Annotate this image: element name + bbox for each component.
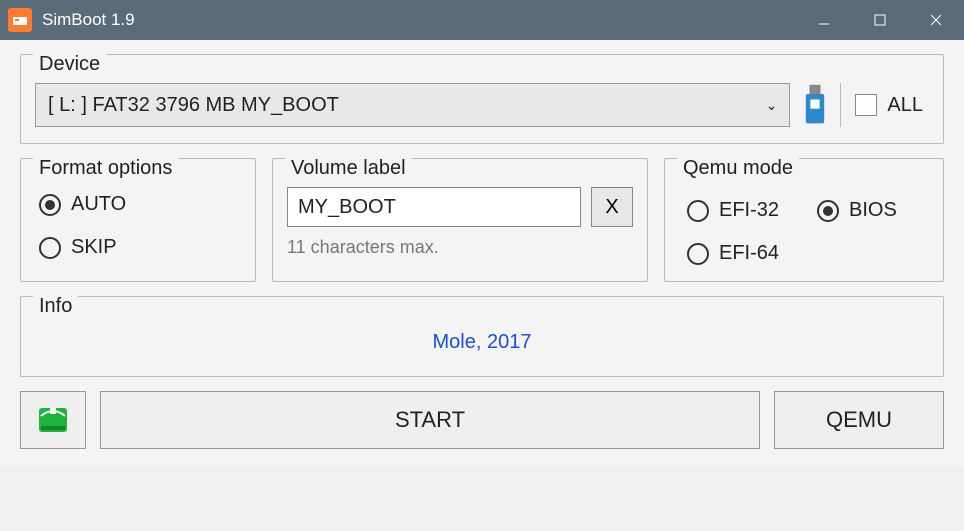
volume-group: Volume label MY_BOOT X 11 characters max… [272,158,648,282]
all-checkbox[interactable] [855,94,877,116]
format-radio-skip[interactable]: SKIP [39,236,241,259]
radio-label: BIOS [849,199,897,222]
volume-hint: 11 characters max. [287,237,633,258]
radio-icon [687,243,709,265]
disk-icon-button[interactable] [20,391,86,449]
qemu-radio-efi32[interactable]: EFI-32 [687,199,779,222]
volume-group-label: Volume label [285,157,412,180]
window-controls [796,0,964,40]
clear-volume-button[interactable]: X [591,187,633,227]
app-icon [8,8,32,32]
qemu-radio-efi64[interactable]: EFI-64 [687,242,779,265]
start-button[interactable]: START [100,391,760,449]
chevron-down-icon: ⌄ [766,97,778,114]
format-group-label: Format options [33,157,178,180]
main-panel: Device [ L: ] FAT32 3796 MB MY_BOOT ⌄ AL… [0,40,964,467]
volume-label-input[interactable]: MY_BOOT [287,187,581,227]
radio-label: EFI-32 [719,199,779,222]
device-group-label: Device [33,53,106,76]
info-group-label: Info [33,295,78,318]
all-checkbox-wrap[interactable]: ALL [855,94,929,117]
device-dropdown[interactable]: [ L: ] FAT32 3796 MB MY_BOOT ⌄ [35,83,790,127]
titlebar: SimBoot 1.9 [0,0,964,40]
device-selected-text: [ L: ] FAT32 3796 MB MY_BOOT [48,94,339,117]
maximize-button[interactable] [852,0,908,40]
qemu-group: Qemu mode EFI-32 EFI-64 BIOS [664,158,944,282]
divider [840,83,841,127]
radio-icon [39,237,61,259]
radio-label: SKIP [71,236,117,259]
minimize-button[interactable] [796,0,852,40]
qemu-button[interactable]: QEMU [774,391,944,449]
info-text: Mole, 2017 [35,331,929,354]
all-label: ALL [887,94,923,117]
radio-label: EFI-64 [719,242,779,265]
qemu-radio-bios[interactable]: BIOS [817,199,897,222]
qemu-group-label: Qemu mode [677,157,799,180]
close-button[interactable] [908,0,964,40]
radio-icon [39,194,61,216]
device-group: Device [ L: ] FAT32 3796 MB MY_BOOT ⌄ AL… [20,54,944,144]
radio-label: AUTO [71,193,126,216]
format-radio-auto[interactable]: AUTO [39,193,241,216]
info-group: Info Mole, 2017 [20,296,944,377]
usb-icon[interactable] [804,86,826,124]
bottom-bar: START QEMU [20,391,944,449]
window-title: SimBoot 1.9 [42,10,796,30]
radio-icon [687,200,709,222]
format-group: Format options AUTO SKIP [20,158,256,282]
radio-icon [817,200,839,222]
